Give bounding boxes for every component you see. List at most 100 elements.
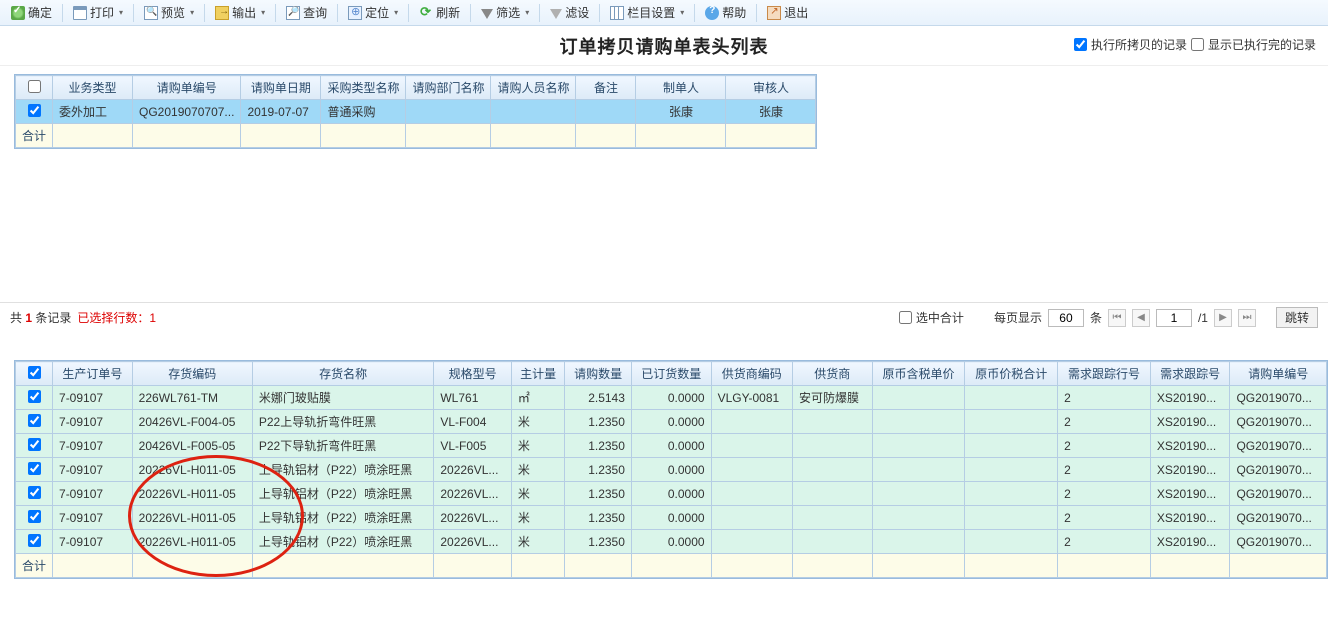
cell: QG2019070... — [1230, 506, 1327, 530]
row-checkbox[interactable] — [28, 486, 41, 499]
cell: XS20190... — [1150, 530, 1230, 554]
column-header[interactable]: 请购人员名称 — [491, 76, 576, 100]
total-label: 合计 — [16, 124, 53, 148]
column-header[interactable]: 审核人 — [726, 76, 816, 100]
cell — [965, 410, 1058, 434]
row-checkbox[interactable] — [28, 510, 41, 523]
table-row[interactable]: 7-0910720226VL-H011-05上导轨铝材（P22）喷涂旺黑2022… — [16, 530, 1327, 554]
query-button[interactable]: 查询 — [281, 1, 332, 24]
filter-icon — [481, 9, 493, 19]
column-header[interactable]: 请购数量 — [565, 362, 632, 386]
page-current-input[interactable] — [1156, 309, 1192, 327]
cell: 20226VL-H011-05 — [132, 482, 252, 506]
total-label: 合计 — [16, 554, 53, 578]
filterset-button[interactable]: 滤设 — [545, 1, 594, 24]
column-header[interactable]: 需求跟踪号 — [1150, 362, 1230, 386]
cell: 米 — [511, 458, 564, 482]
row-checkbox[interactable] — [28, 414, 41, 427]
column-header[interactable]: 请购部门名称 — [406, 76, 491, 100]
table-row[interactable]: 7-09107226WL761-TM米娜门玻贴膜WL761㎡2.51430.00… — [16, 386, 1327, 410]
preview-button[interactable]: 预览 — [139, 1, 199, 24]
cell — [711, 458, 792, 482]
column-header[interactable]: 生产订单号 — [53, 362, 133, 386]
column-header[interactable]: 存货名称 — [252, 362, 433, 386]
column-header[interactable]: 需求跟踪行号 — [1058, 362, 1151, 386]
exec-copied-label: 执行所拷贝的记录 — [1091, 36, 1187, 53]
column-header[interactable]: 已订货数量 — [631, 362, 711, 386]
locate-button[interactable]: 定位 — [343, 1, 403, 24]
separator — [539, 4, 540, 22]
table-row[interactable]: 7-0910720226VL-H011-05上导轨铝材（P22）喷涂旺黑2022… — [16, 482, 1327, 506]
columns-icon — [610, 6, 624, 20]
column-header[interactable]: 采购类型名称 — [321, 76, 406, 100]
row-checkbox[interactable] — [28, 390, 41, 403]
filter-button[interactable]: 筛选 — [476, 1, 534, 24]
exit-button[interactable]: 退出 — [762, 1, 813, 24]
jump-button[interactable]: 跳转 — [1276, 307, 1318, 328]
cell: 226WL761-TM — [132, 386, 252, 410]
table-row[interactable]: 7-0910720226VL-H011-05上导轨铝材（P22）喷涂旺黑2022… — [16, 458, 1327, 482]
export-button[interactable]: 输出 — [210, 1, 270, 24]
last-page-button[interactable]: ⏭ — [1238, 309, 1256, 327]
refresh-button[interactable]: 刷新 — [414, 1, 465, 24]
check-total-checkbox[interactable] — [899, 311, 912, 324]
row-checkbox[interactable] — [28, 534, 41, 547]
column-header[interactable] — [16, 76, 53, 100]
cell-maker: 张康 — [636, 100, 726, 124]
cell: 0.0000 — [631, 386, 711, 410]
separator — [756, 4, 757, 22]
row-checkbox[interactable] — [28, 438, 41, 451]
select-all-checkbox[interactable] — [28, 366, 41, 379]
selected-rows: 已选择行数：1 — [77, 309, 156, 326]
show-done-checkbox[interactable] — [1191, 38, 1204, 51]
first-page-button[interactable]: ⏮ — [1108, 309, 1126, 327]
columns-button[interactable]: 栏目设置 — [605, 1, 689, 24]
cell: QG2019070... — [1230, 482, 1327, 506]
column-header[interactable]: 请购单编号 — [133, 76, 241, 100]
cell — [872, 458, 965, 482]
exec-copied-checkbox[interactable] — [1074, 38, 1087, 51]
row-checkbox[interactable] — [28, 462, 41, 475]
table-row[interactable]: 委外加工 QG2019070707... 2019-07-07 普通采购 张康 … — [16, 100, 816, 124]
column-header[interactable]: 存货编码 — [132, 362, 252, 386]
table-row[interactable]: 7-0910720426VL-F005-05P22下导轨折弯件旺黑VL-F005… — [16, 434, 1327, 458]
prev-page-button[interactable]: ◀ — [1132, 309, 1150, 327]
locate-label: 定位 — [365, 4, 389, 21]
query-label: 查询 — [303, 4, 327, 21]
column-header[interactable]: 原币含税单价 — [872, 362, 965, 386]
row-checkbox[interactable] — [28, 104, 41, 117]
separator — [408, 4, 409, 22]
column-header[interactable]: 制单人 — [636, 76, 726, 100]
page-show-label: 每页显示 — [994, 309, 1042, 326]
cell: 7-09107 — [53, 458, 133, 482]
column-header[interactable]: 供货商 — [792, 362, 872, 386]
cell: 0.0000 — [631, 506, 711, 530]
column-header[interactable]: 规格型号 — [434, 362, 512, 386]
column-header[interactable]: 主计量 — [511, 362, 564, 386]
print-button[interactable]: 打印 — [68, 1, 128, 24]
table-row[interactable]: 7-0910720426VL-F004-05P22上导轨折弯件旺黑VL-F004… — [16, 410, 1327, 434]
column-header[interactable]: 请购单日期 — [241, 76, 321, 100]
column-header[interactable]: 业务类型 — [53, 76, 133, 100]
cell — [16, 530, 53, 554]
cell: P22上导轨折弯件旺黑 — [252, 410, 433, 434]
column-header[interactable] — [16, 362, 53, 386]
filterset-icon — [550, 9, 562, 19]
table-row[interactable]: 7-0910720226VL-H011-05上导轨铝材（P22）喷涂旺黑2022… — [16, 506, 1327, 530]
page-size-input[interactable] — [1048, 309, 1084, 327]
column-header[interactable]: 备注 — [576, 76, 636, 100]
column-header[interactable]: 供货商编码 — [711, 362, 792, 386]
cell: 7-09107 — [53, 482, 133, 506]
column-header[interactable]: 请购单编号 — [1230, 362, 1327, 386]
help-label: 帮助 — [722, 4, 746, 21]
column-header[interactable]: 原币价税合计 — [965, 362, 1058, 386]
help-button[interactable]: 帮助 — [700, 1, 751, 24]
cell: 2 — [1058, 530, 1151, 554]
confirm-button[interactable]: 确定 — [6, 1, 57, 24]
cell-code: QG2019070707... — [133, 100, 241, 124]
cell — [792, 410, 872, 434]
select-all-checkbox[interactable] — [28, 80, 41, 93]
print-label: 打印 — [90, 4, 114, 21]
cell: 米 — [511, 506, 564, 530]
next-page-button[interactable]: ▶ — [1214, 309, 1232, 327]
